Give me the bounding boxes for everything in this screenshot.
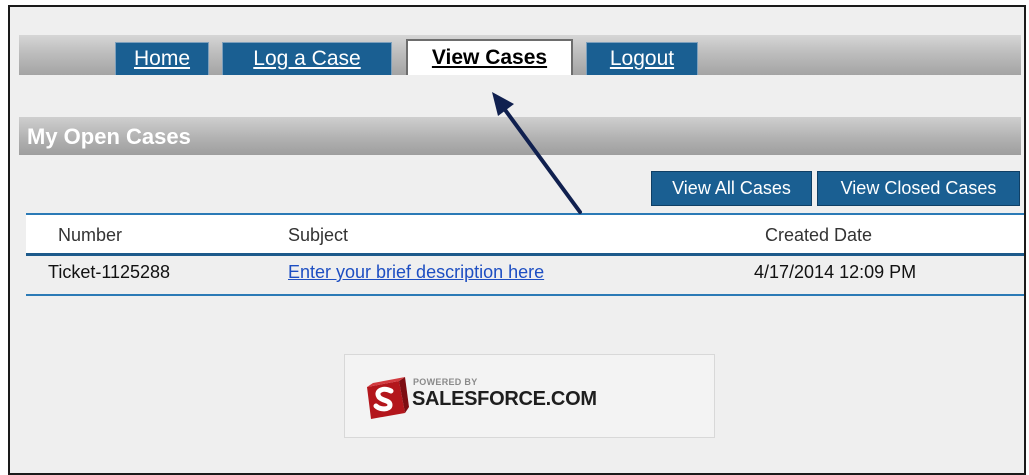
case-number: Ticket-1125288: [48, 262, 171, 282]
powered-by-label: POWERED BY: [413, 377, 478, 387]
view-closed-cases-button[interactable]: View Closed Cases: [817, 171, 1020, 206]
salesforce-brand-label: SALESFORCE.COM: [412, 388, 597, 410]
section-title: My Open Cases: [19, 117, 1021, 155]
case-created-date: 4/17/2014 12:09 PM: [754, 262, 917, 282]
powered-by-salesforce-badge[interactable]: POWERED BY SALESFORCE.COM: [344, 354, 715, 438]
salesforce-logo-icon: [367, 377, 409, 419]
column-header-created-date[interactable]: Created Date: [765, 215, 872, 255]
tab-bar: Home Log a Case View Cases Logout: [19, 35, 1021, 75]
view-all-cases-button[interactable]: View All Cases: [651, 171, 812, 206]
table-row: Ticket-1125288 Enter your brief descript…: [26, 256, 1024, 296]
column-header-subject[interactable]: Subject: [288, 215, 348, 255]
tab-home[interactable]: Home: [115, 42, 209, 75]
case-subject-link[interactable]: Enter your brief description here: [288, 256, 544, 288]
column-header-number[interactable]: Number: [58, 215, 122, 255]
table-header-row: Number Subject Created Date: [26, 215, 1024, 256]
tab-view-cases[interactable]: View Cases: [406, 39, 573, 75]
tab-log-a-case[interactable]: Log a Case: [222, 42, 392, 75]
cases-table: Number Subject Created Date Ticket-11252…: [26, 213, 1024, 296]
tab-logout[interactable]: Logout: [586, 42, 698, 75]
